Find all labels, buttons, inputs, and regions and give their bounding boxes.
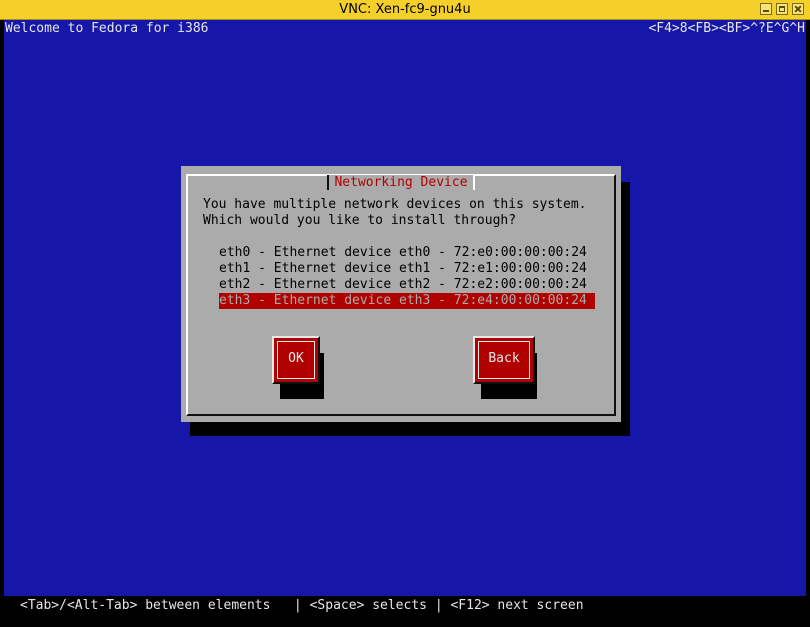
dialog-prompt-line1: You have multiple network devices on thi…: [203, 197, 587, 212]
device-option-eth0[interactable]: eth0 - Ethernet device eth0 - 72:e0:00:0…: [219, 245, 595, 261]
networking-device-dialog: Networking Device You have multiple netw…: [181, 166, 621, 422]
minimize-icon[interactable]: [760, 3, 772, 15]
ok-button[interactable]: OK: [272, 336, 320, 384]
dialog-frame: Networking Device You have multiple netw…: [186, 174, 616, 416]
close-icon[interactable]: [792, 3, 804, 15]
keyboard-hint-text: <Tab>/<Alt-Tab> between elements | <Spac…: [20, 598, 584, 613]
back-button-inner-border: [478, 341, 530, 379]
maximize-icon[interactable]: [776, 3, 788, 15]
status-codes-text: <F4>8<FB><BF>^?E^G^H: [648, 21, 805, 36]
device-option-eth1[interactable]: eth1 - Ethernet device eth1 - 72:e1:00:0…: [219, 261, 595, 277]
ok-button-inner-border: [277, 341, 315, 379]
dialog-prompt-line2: Which would you like to install through?: [203, 213, 517, 228]
window-titlebar[interactable]: VNC: Xen-fc9-gnu4u: [0, 0, 810, 20]
back-button[interactable]: Back: [473, 336, 535, 384]
dialog-title: Networking Device: [327, 175, 475, 190]
help-bar: <Tab>/<Alt-Tab> between elements | <Spac…: [4, 596, 806, 616]
vnc-console[interactable]: Welcome to Fedora for i386 <F4>8<FB><BF>…: [4, 20, 806, 616]
device-option-eth3[interactable]: eth3 - Ethernet device eth3 - 72:e4:00:0…: [219, 293, 595, 309]
installer-welcome-text: Welcome to Fedora for i386: [5, 21, 209, 36]
dialog-title-wrapper: Networking Device: [188, 175, 614, 191]
device-option-eth2[interactable]: eth2 - Ethernet device eth2 - 72:e2:00:0…: [219, 277, 595, 293]
window-title: VNC: Xen-fc9-gnu4u: [339, 2, 471, 17]
